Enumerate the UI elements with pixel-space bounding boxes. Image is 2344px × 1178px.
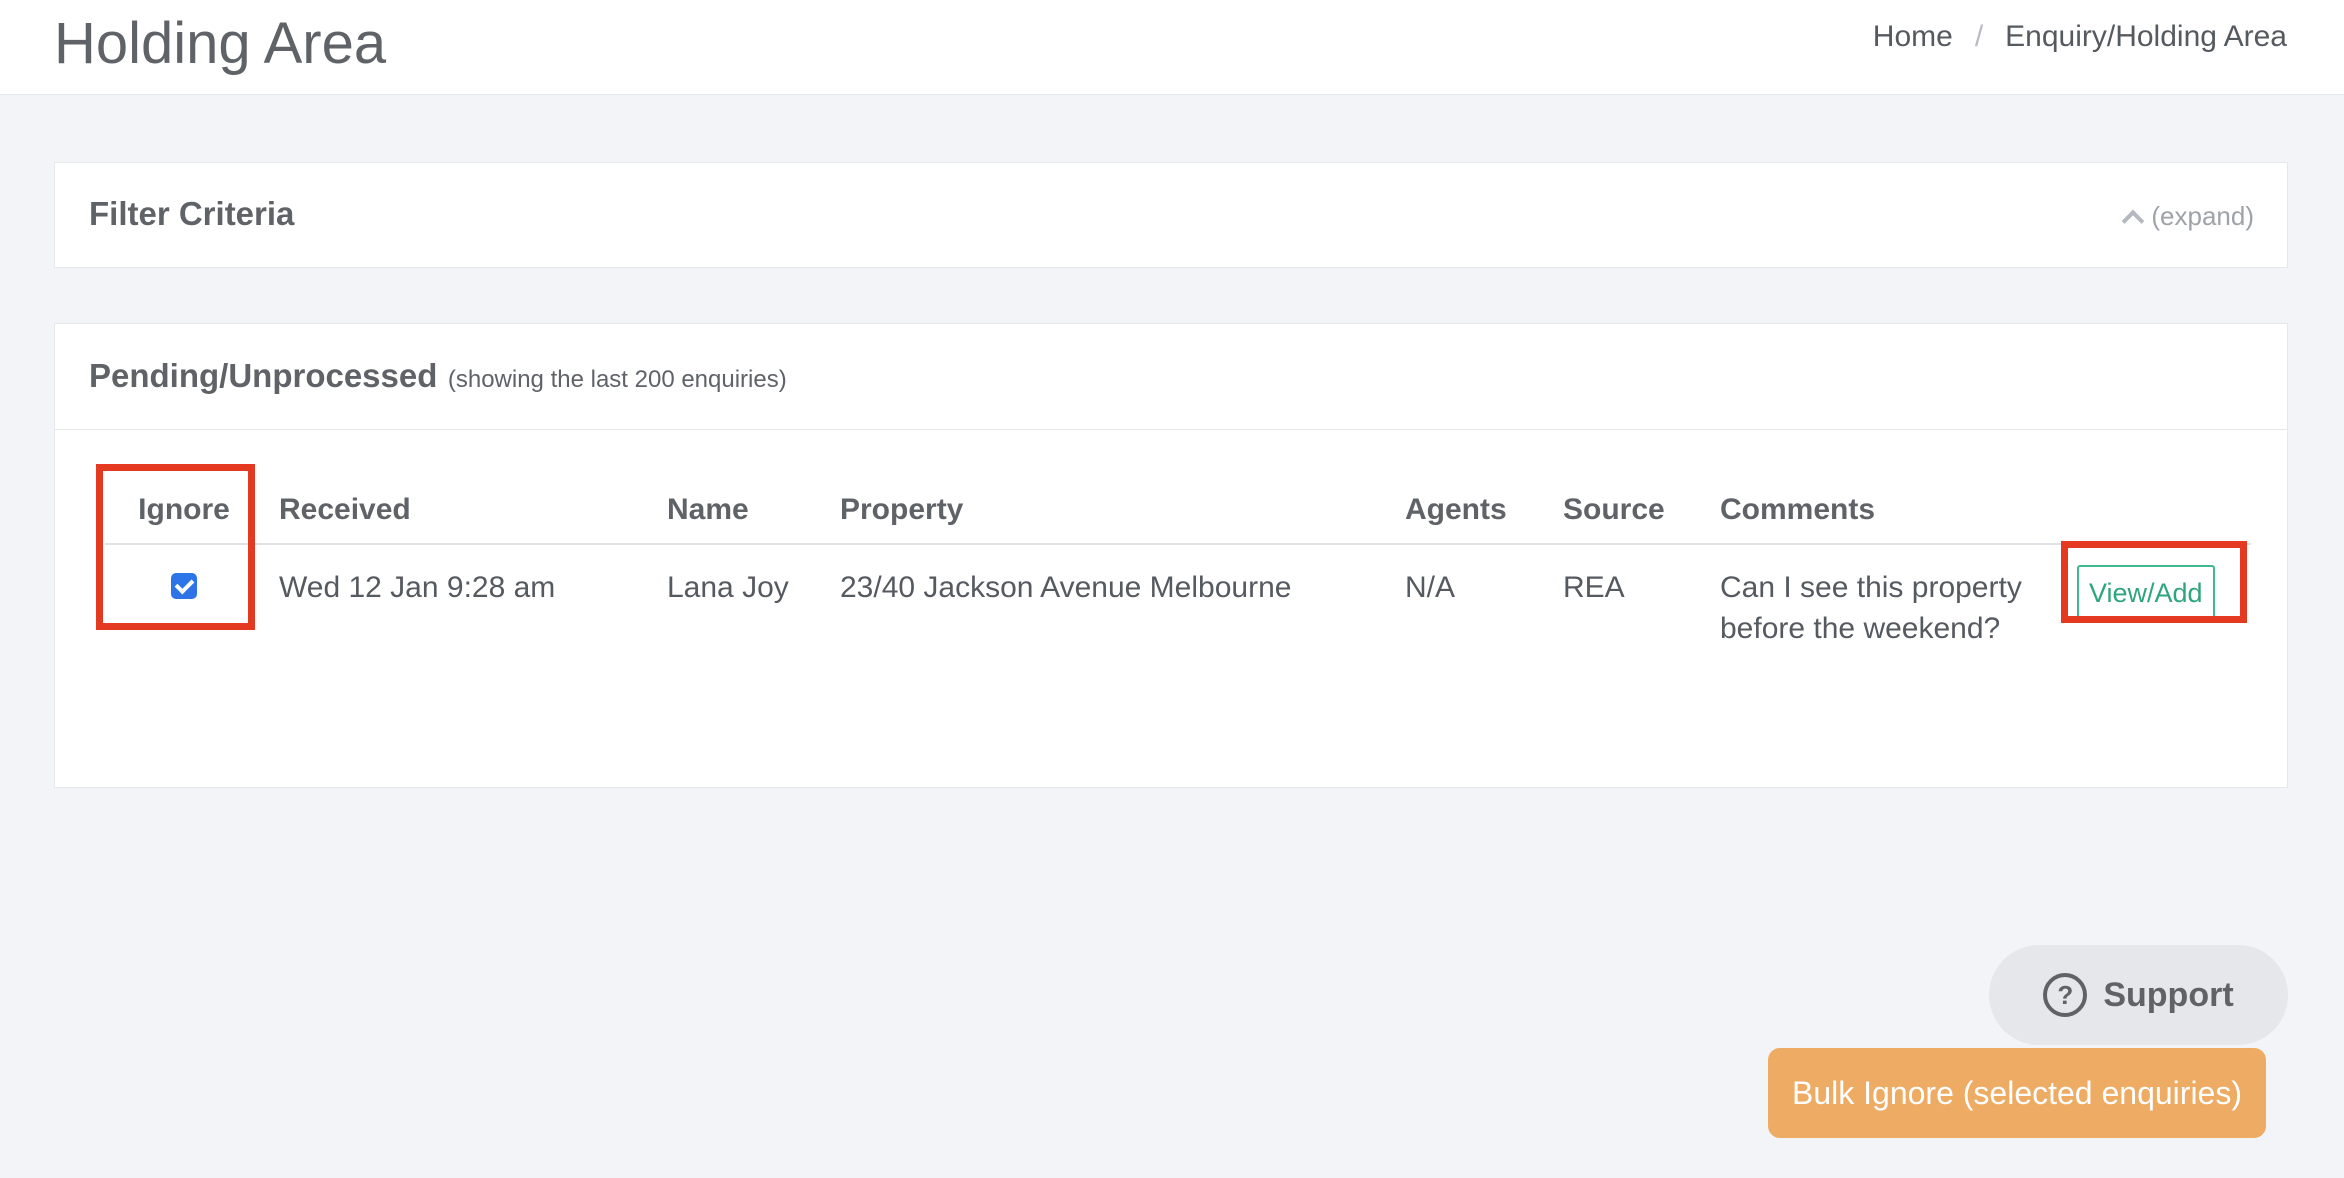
view-add-button[interactable]: View/Add <box>2077 565 2215 622</box>
question-circle-icon: ? <box>2043 973 2088 1017</box>
bulk-ignore-button[interactable]: Bulk Ignore (selected enquiries) <box>1768 1048 2266 1138</box>
ignore-cell <box>105 544 263 649</box>
pending-subtitle: (showing the last 200 enquiries) <box>447 366 787 393</box>
comments-cell: Can I see this property before the weeke… <box>1720 571 2022 645</box>
expand-label: (expand) <box>2151 201 2254 231</box>
column-header-agents: Agents <box>1405 472 1563 545</box>
table-row: Wed 12 Jan 9:28 am Lana Joy 23/40 Jackso… <box>105 544 2251 649</box>
page-title: Holding Area <box>54 11 387 76</box>
support-label: Support <box>2103 975 2234 1014</box>
table-header-row: Ignore Received Name Property Agents Sou… <box>105 472 2251 545</box>
source-cell: REA <box>1563 571 1625 604</box>
chevron-up-icon <box>2122 209 2145 232</box>
pending-title: Pending/Unprocessed <box>89 357 438 394</box>
column-header-ignore: Ignore <box>105 472 263 545</box>
top-bar: Holding Area Home / Enquiry/Holding Area <box>0 0 2344 95</box>
pending-header: Pending/Unprocessed (showing the last 20… <box>55 324 2287 430</box>
expand-toggle[interactable]: (expand) <box>2122 201 2254 232</box>
received-cell: Wed 12 Jan 9:28 am <box>279 571 556 604</box>
filter-criteria-title: Filter Criteria <box>89 195 295 232</box>
pending-panel: Pending/Unprocessed (showing the last 20… <box>54 323 2288 788</box>
agents-cell: N/A <box>1405 571 1456 604</box>
column-header-name: Name <box>667 472 840 545</box>
breadcrumb-home[interactable]: Home <box>1873 20 1953 54</box>
column-header-comments: Comments <box>1720 472 2045 545</box>
enquiries-table: Ignore Received Name Property Agents Sou… <box>105 472 2251 649</box>
breadcrumb-separator: / <box>1974 20 1984 53</box>
property-cell: 23/40 Jackson Avenue Melbourne <box>840 571 1292 604</box>
breadcrumb: Home / Enquiry/Holding Area <box>1873 20 2287 54</box>
column-header-source: Source <box>1563 472 1720 545</box>
column-header-received: Received <box>263 472 667 545</box>
ignore-checkbox[interactable] <box>171 573 197 599</box>
name-cell: Lana Joy <box>667 571 789 604</box>
support-button[interactable]: ? Support <box>1989 945 2288 1045</box>
filter-criteria-panel: Filter Criteria (expand) <box>54 162 2288 268</box>
action-cell: View/Add <box>2045 544 2251 649</box>
breadcrumb-current: Enquiry/Holding Area <box>2005 20 2287 53</box>
column-header-actions <box>2045 472 2251 545</box>
column-header-property: Property <box>840 472 1405 545</box>
